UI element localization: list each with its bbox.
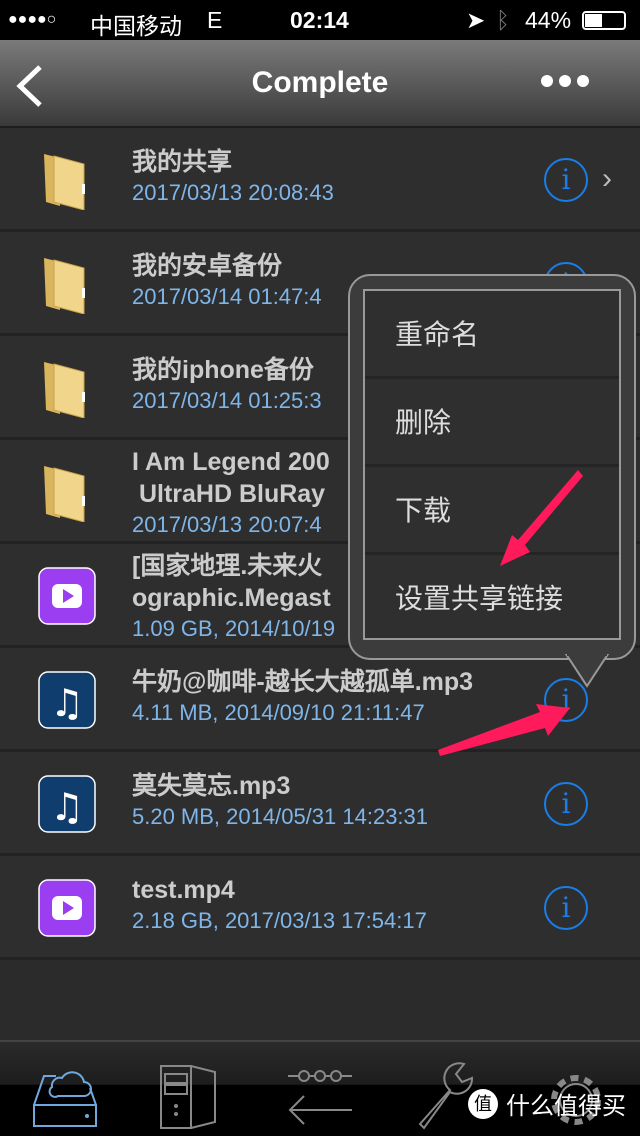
svg-text:♫: ♫ <box>50 681 84 725</box>
menu-item[interactable]: 重命名 <box>365 291 619 379</box>
location-icon: ➤ <box>466 7 486 33</box>
file-name: test.mp4 <box>132 876 235 904</box>
network-type: E <box>207 7 223 33</box>
file-name: 莫失莫忘.mp3 <box>132 772 291 800</box>
file-details: 2017/03/13 20:07:4 <box>132 512 322 537</box>
transfer-icon[interactable] <box>282 1060 362 1130</box>
info-icon[interactable]: i <box>544 886 588 930</box>
status-bar: ●●●●○ 中国移动 E 02:14 ➤ ᛒ 44% <box>0 0 640 40</box>
file-row[interactable]: test.mp4 2.18 GB, 2017/03/13 17:54:17 i <box>0 856 640 960</box>
cloud-drive-icon[interactable] <box>30 1060 110 1130</box>
chevron-right-icon[interactable]: › <box>602 162 612 196</box>
file-name: [国家地理.未来火 ographic.Megast <box>132 552 331 612</box>
folder-icon <box>38 462 96 523</box>
file-name: I Am Legend 200 UltraHD BluRay <box>132 448 330 508</box>
context-menu: 重命名 删除 下载 设置共享链接 <box>348 274 636 688</box>
video-icon <box>38 878 96 938</box>
file-name: 我的共享 <box>132 148 233 176</box>
watermark-text: 什么值得买 <box>506 1093 626 1120</box>
folder-icon <box>38 358 96 419</box>
file-details: 2.18 GB, 2017/03/13 17:54:17 <box>132 908 427 933</box>
file-row[interactable]: 我的共享 2017/03/13 20:08:43 i › <box>0 128 640 232</box>
file-details: 4.11 MB, 2014/09/10 21:11:47 <box>132 700 425 725</box>
file-name: 我的iphone备份 <box>132 356 314 384</box>
file-row[interactable]: ♫ 牛奶@咖啡-越长大越孤单.mp3 4.11 MB, 2014/09/10 2… <box>0 648 640 752</box>
folder-icon <box>38 150 96 211</box>
file-row[interactable]: ♫ 莫失莫忘.mp3 5.20 MB, 2014/05/31 14:23:31 … <box>0 752 640 856</box>
navigation-bar: Complete <box>0 40 640 128</box>
clock: 02:14 <box>290 7 349 33</box>
info-icon[interactable]: i <box>544 782 588 826</box>
file-details: 2017/03/13 20:08:43 <box>132 180 334 205</box>
bluetooth-icon: ᛒ <box>496 7 510 33</box>
music-icon: ♫ <box>38 670 96 730</box>
info-icon[interactable]: i <box>544 158 588 202</box>
svg-text:♫: ♫ <box>50 785 84 829</box>
file-details: 2017/03/14 01:25:3 <box>132 388 322 413</box>
file-details: 1.09 GB, 2014/10/19 <box>132 616 336 641</box>
watermark: 值什么值得买 <box>468 1086 626 1121</box>
video-icon <box>38 566 96 626</box>
file-name: 牛奶@咖啡-越长大越孤单.mp3 <box>132 668 474 696</box>
battery-icon <box>582 11 626 30</box>
popup-pointer <box>564 654 610 688</box>
menu-item[interactable]: 删除 <box>365 379 619 467</box>
file-details: 2017/03/14 01:47:4 <box>132 284 322 309</box>
file-name: 我的安卓备份 <box>132 252 283 280</box>
music-icon: ♫ <box>38 774 96 834</box>
carrier: 中国移动 <box>90 13 182 39</box>
battery-percent: 44% <box>525 7 572 33</box>
signal-strength: ●●●●○ <box>8 11 57 28</box>
file-details: 5.20 MB, 2014/05/31 14:23:31 <box>132 804 429 829</box>
menu-item[interactable]: 下载 <box>365 467 619 555</box>
more-dots-icon[interactable] <box>540 74 590 91</box>
menu-item[interactable]: 设置共享链接 <box>365 555 619 643</box>
watermark-badge: 值 <box>468 1088 498 1119</box>
server-icon[interactable] <box>155 1060 235 1130</box>
folder-icon <box>38 254 96 315</box>
